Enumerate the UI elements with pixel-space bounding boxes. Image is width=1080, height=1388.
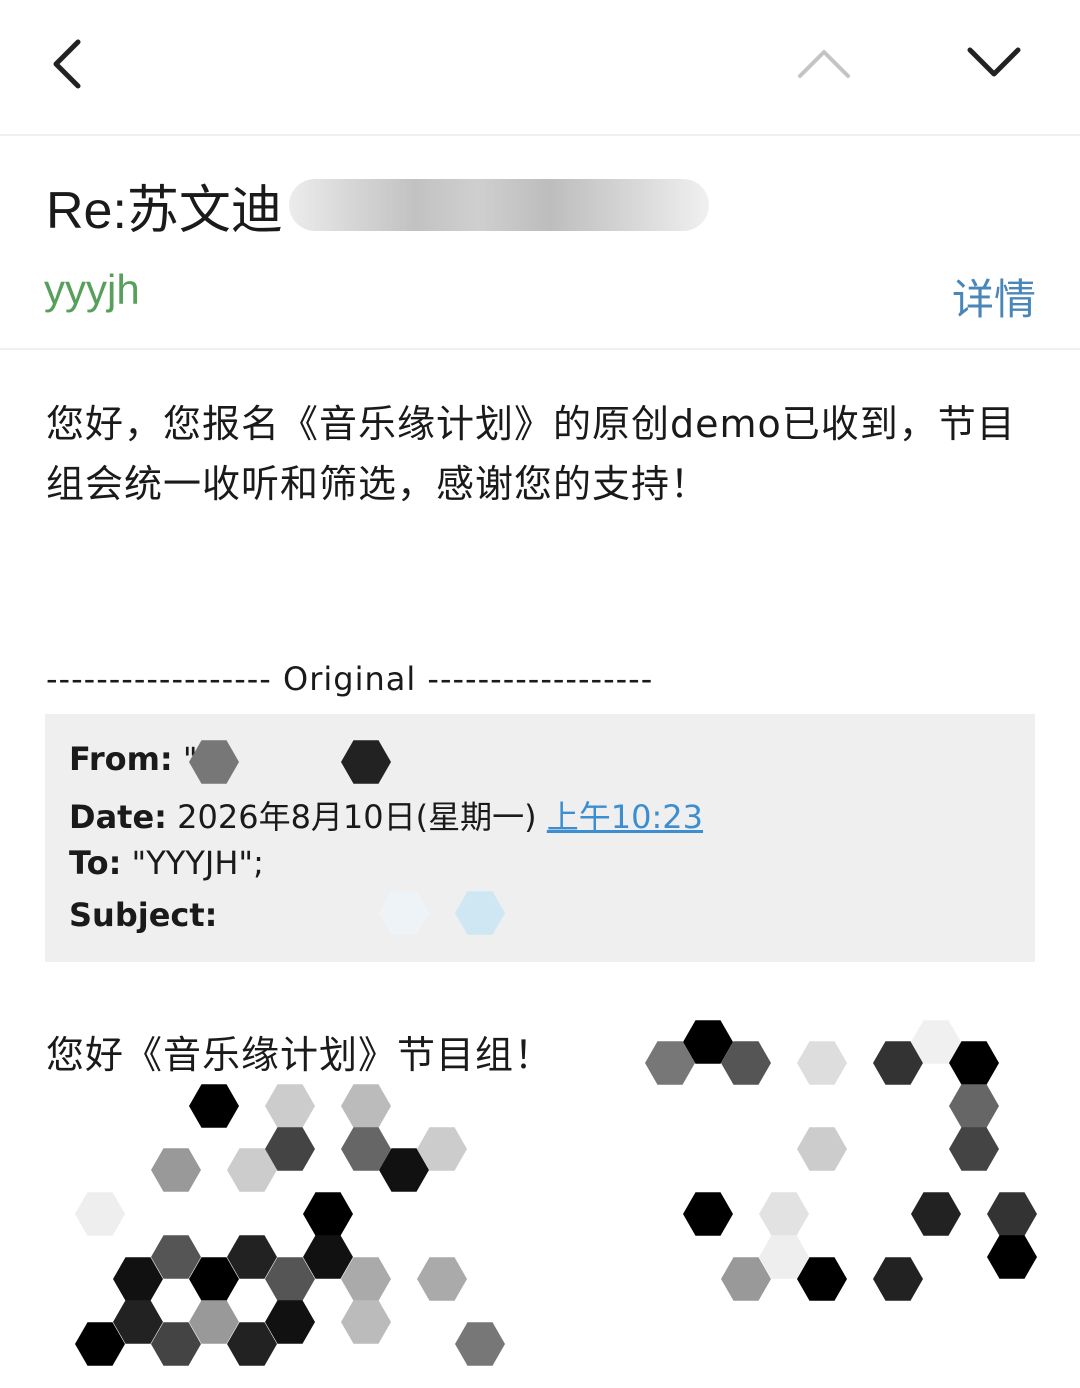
mosaic-hex	[189, 1084, 239, 1128]
mosaic-hex	[303, 1192, 353, 1236]
mosaic-hex	[265, 1084, 315, 1128]
mosaic-hex	[341, 740, 391, 784]
pixelation-mosaic	[75, 740, 1037, 1366]
mosaic-hex	[797, 1127, 847, 1171]
mosaic-hex	[987, 1235, 1037, 1279]
mosaic-hex	[683, 1192, 733, 1236]
mosaic-hex	[417, 1257, 467, 1301]
mosaic-hex	[949, 1084, 999, 1128]
mosaic-hex	[341, 1300, 391, 1344]
mosaic-hex	[759, 1192, 809, 1236]
mosaic-hex	[797, 1041, 847, 1085]
mosaic-hex	[75, 1192, 125, 1236]
mosaic-hex	[455, 1322, 505, 1366]
mosaic-hex	[949, 1127, 999, 1171]
mosaic-hex	[151, 1148, 201, 1192]
mosaic-hex	[873, 1257, 923, 1301]
mosaic-hex	[379, 891, 429, 935]
mosaic-hex	[911, 1192, 961, 1236]
mosaic-hex	[189, 740, 239, 784]
mosaic-hex	[455, 891, 505, 935]
mosaic-hex	[987, 1192, 1037, 1236]
mosaic-hex	[341, 1084, 391, 1128]
